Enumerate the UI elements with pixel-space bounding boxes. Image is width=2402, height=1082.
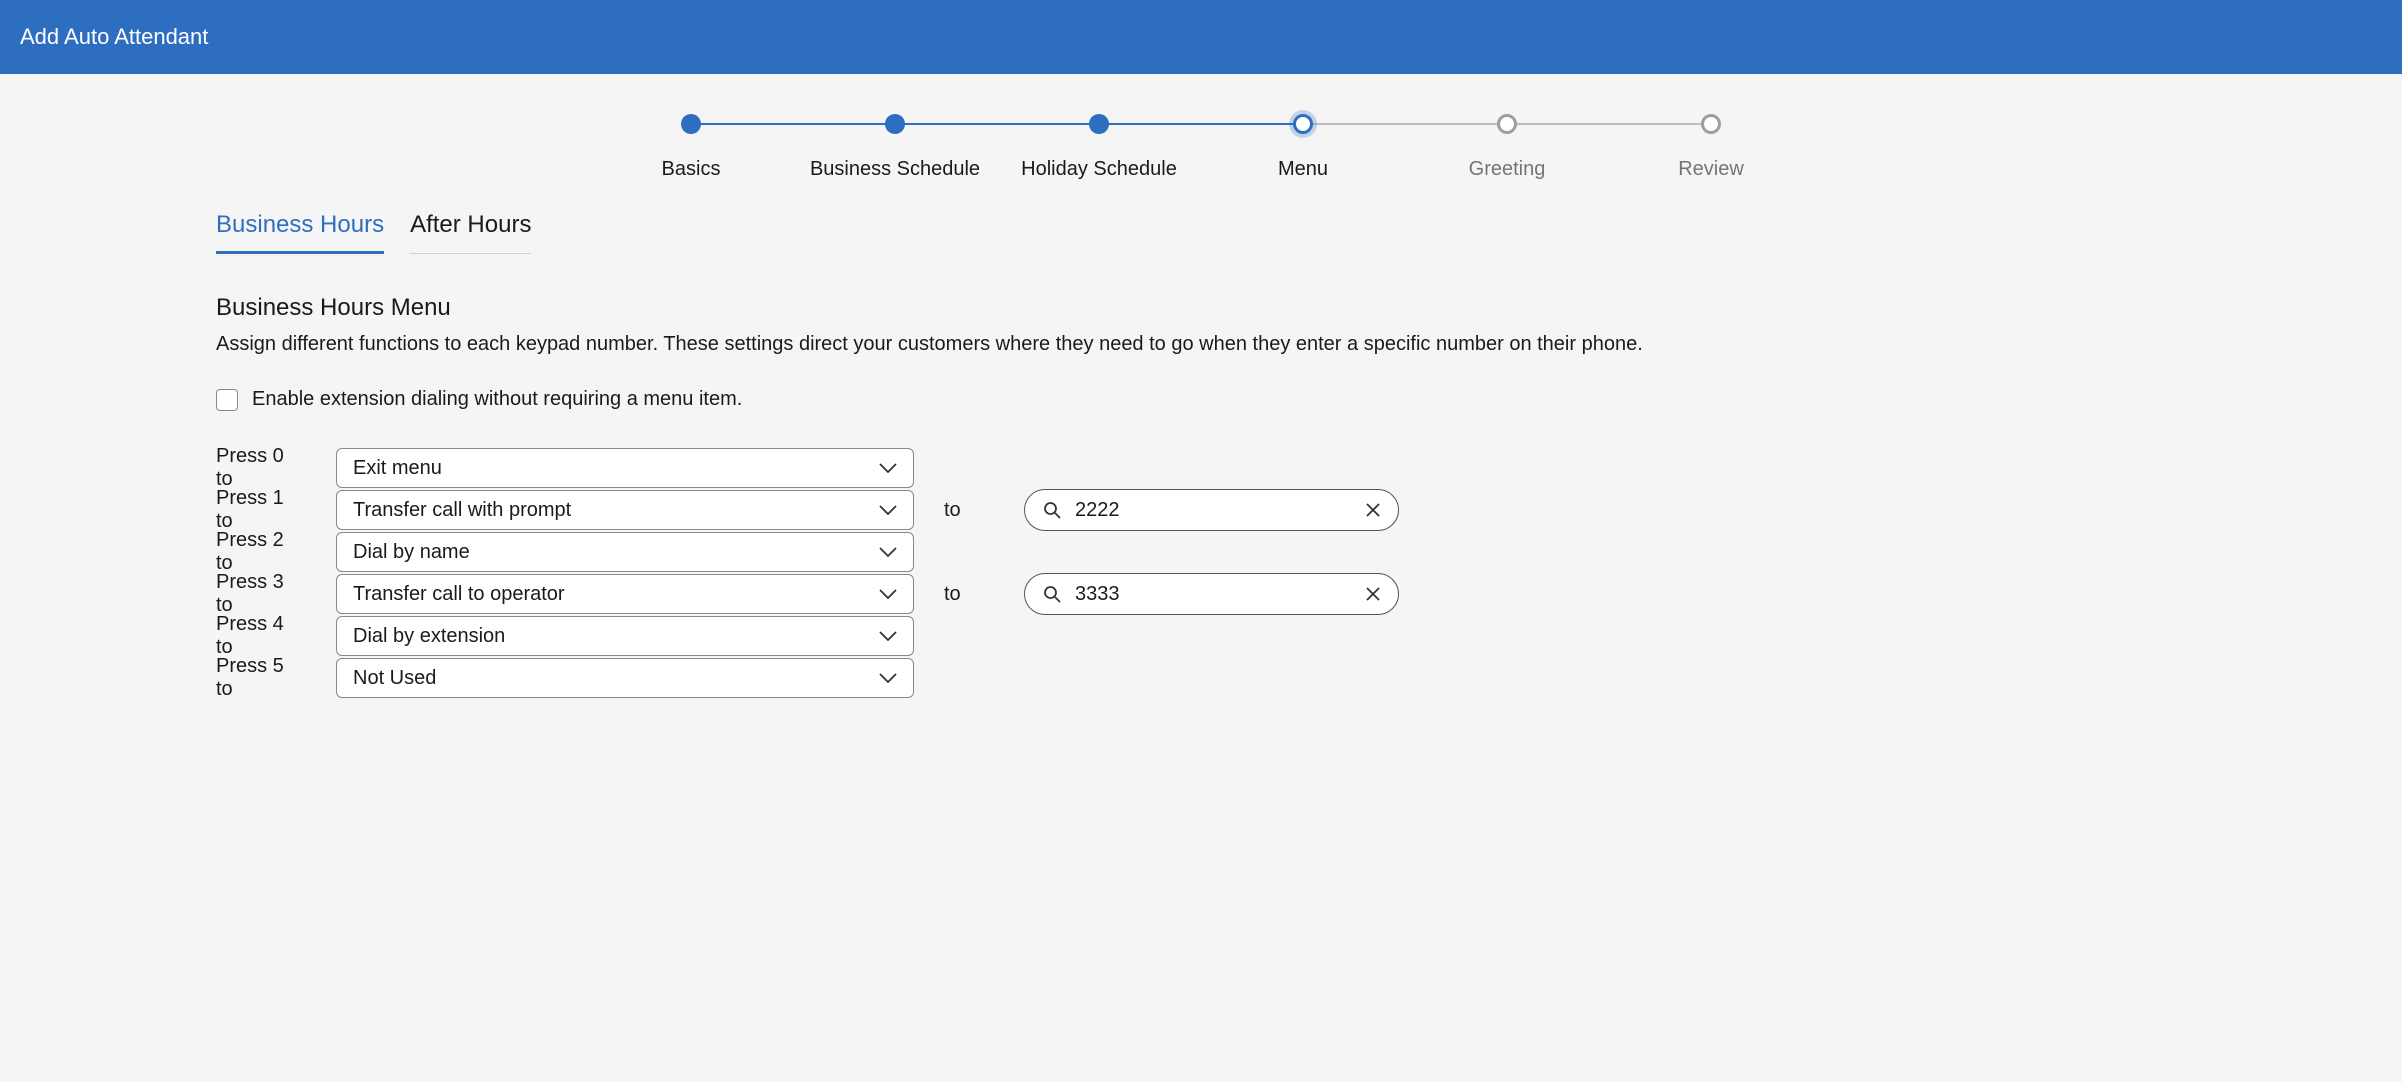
chevron-down-icon bbox=[879, 547, 897, 557]
step-connector bbox=[691, 123, 895, 125]
press-label: Press 4 to bbox=[216, 613, 306, 659]
step-dot-icon bbox=[681, 114, 701, 134]
chevron-down-icon bbox=[879, 505, 897, 515]
step-connector bbox=[895, 123, 1099, 125]
transfer-target-input[interactable]: 2222 bbox=[1024, 489, 1399, 531]
step-connector bbox=[1099, 123, 1303, 125]
step-label: Holiday Schedule bbox=[1021, 158, 1177, 181]
tab-label: Business Hours bbox=[216, 211, 384, 238]
step-dot-icon bbox=[1497, 114, 1517, 134]
step-label: Business Schedule bbox=[810, 158, 980, 181]
section-title: Business Hours Menu bbox=[216, 294, 2186, 322]
action-select[interactable]: Transfer call with prompt bbox=[336, 490, 914, 530]
clear-icon[interactable] bbox=[1366, 587, 1380, 601]
keypad-row-3: Press 3 to Transfer call to operator to … bbox=[216, 573, 2186, 615]
select-value: Transfer call to operator bbox=[353, 583, 565, 606]
press-label: Press 5 to bbox=[216, 655, 306, 701]
chevron-down-icon bbox=[879, 631, 897, 641]
select-value: Dial by extension bbox=[353, 625, 505, 648]
action-select[interactable]: Exit menu bbox=[336, 448, 914, 488]
select-value: Dial by name bbox=[353, 541, 470, 564]
transfer-target-input[interactable]: 3333 bbox=[1024, 573, 1399, 615]
page-title: Add Auto Attendant bbox=[20, 24, 208, 49]
select-value: Exit menu bbox=[353, 457, 442, 480]
step-connector bbox=[1303, 123, 1507, 125]
press-label: Press 1 to bbox=[216, 487, 306, 533]
step-dot-icon bbox=[885, 114, 905, 134]
keypad-row-5: Press 5 to Not Used bbox=[216, 657, 2186, 699]
action-select[interactable]: Transfer call to operator bbox=[336, 574, 914, 614]
step-dot-icon bbox=[1089, 114, 1109, 134]
step-label: Review bbox=[1678, 158, 1744, 181]
to-label: to bbox=[944, 583, 994, 606]
chevron-down-icon bbox=[879, 463, 897, 473]
tab-business-hours[interactable]: Business Hours bbox=[216, 211, 384, 254]
tab-after-hours[interactable]: After Hours bbox=[410, 211, 531, 254]
target-value: 2222 bbox=[1075, 499, 1352, 522]
chevron-down-icon bbox=[879, 673, 897, 683]
search-icon bbox=[1043, 501, 1061, 519]
target-value: 3333 bbox=[1075, 583, 1352, 606]
step-basics[interactable]: Basics bbox=[589, 114, 793, 181]
step-dot-icon bbox=[1701, 114, 1721, 134]
page-header: Add Auto Attendant bbox=[0, 0, 2402, 74]
extension-dialing-checkbox[interactable] bbox=[216, 389, 238, 411]
step-label: Menu bbox=[1278, 158, 1328, 181]
search-icon bbox=[1043, 585, 1061, 603]
action-select[interactable]: Not Used bbox=[336, 658, 914, 698]
hours-tabs: Business Hours After Hours bbox=[216, 211, 2186, 254]
action-select[interactable]: Dial by extension bbox=[336, 616, 914, 656]
keypad-row-0: Press 0 to Exit menu bbox=[216, 447, 2186, 489]
chevron-down-icon bbox=[879, 589, 897, 599]
select-value: Transfer call with prompt bbox=[353, 499, 571, 522]
to-label: to bbox=[944, 499, 994, 522]
main-content: Business Hours After Hours Business Hour… bbox=[0, 211, 2402, 739]
press-label: Press 0 to bbox=[216, 445, 306, 491]
section-description: Assign different functions to each keypa… bbox=[216, 330, 2186, 358]
keypad-row-1: Press 1 to Transfer call with prompt to … bbox=[216, 489, 2186, 531]
step-connector bbox=[1507, 123, 1711, 125]
select-value: Not Used bbox=[353, 667, 436, 690]
action-select[interactable]: Dial by name bbox=[336, 532, 914, 572]
press-label: Press 3 to bbox=[216, 571, 306, 617]
step-label: Greeting bbox=[1469, 158, 1546, 181]
checkbox-label: Enable extension dialing without requiri… bbox=[252, 388, 742, 411]
wizard-stepper: Basics Business Schedule Holiday Schedul… bbox=[0, 74, 2402, 211]
keypad-row-2: Press 2 to Dial by name bbox=[216, 531, 2186, 573]
extension-dialing-row: Enable extension dialing without requiri… bbox=[216, 388, 2186, 411]
step-label: Basics bbox=[662, 158, 721, 181]
keypad-menu-rows: Press 0 to Exit menu Press 1 to Transfer… bbox=[216, 447, 2186, 699]
tab-label: After Hours bbox=[410, 211, 531, 238]
press-label: Press 2 to bbox=[216, 529, 306, 575]
keypad-row-4: Press 4 to Dial by extension bbox=[216, 615, 2186, 657]
step-dot-icon bbox=[1293, 114, 1313, 134]
clear-icon[interactable] bbox=[1366, 503, 1380, 517]
